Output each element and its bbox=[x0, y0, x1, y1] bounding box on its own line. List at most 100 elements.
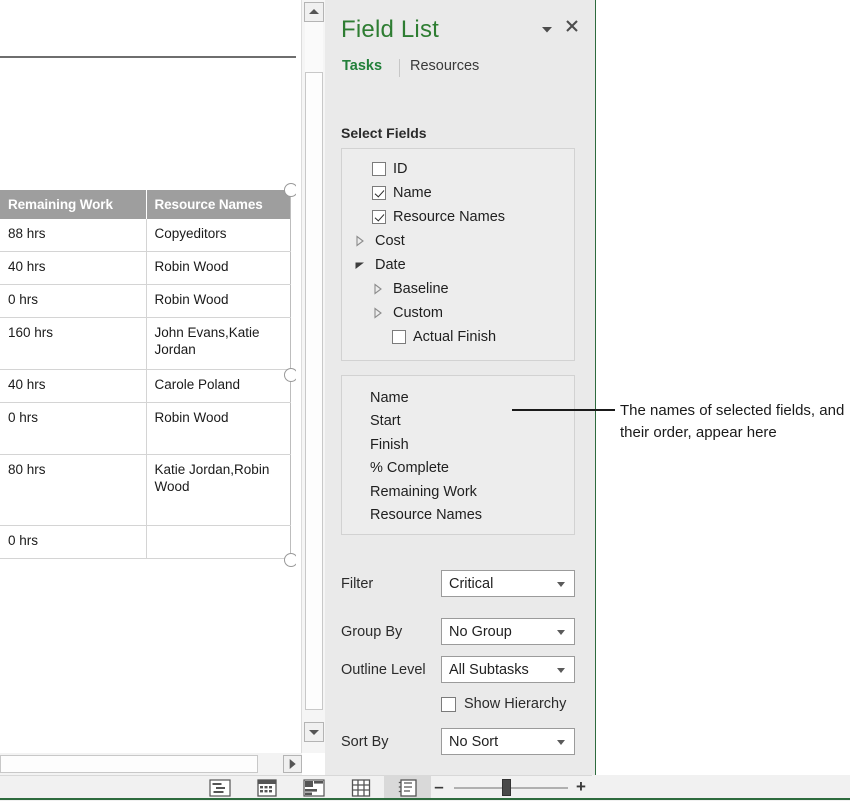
hscroll-right-button[interactable] bbox=[283, 755, 302, 773]
cell-resource-names[interactable]: Katie Jordan,Robin Wood bbox=[146, 454, 291, 526]
app-window: Remaining Work Resource Names 88 hrs Cop… bbox=[0, 0, 850, 801]
triangle-collapsed-icon[interactable] bbox=[352, 233, 368, 249]
resource-sheet-view-icon[interactable] bbox=[337, 775, 384, 800]
vertical-scrollbar[interactable] bbox=[301, 0, 327, 753]
group-by-label: Group By bbox=[341, 624, 403, 640]
zoom-slider-thumb[interactable] bbox=[502, 779, 511, 796]
cell-resource-names[interactable]: Robin Wood bbox=[146, 251, 291, 285]
scroll-track-upper[interactable] bbox=[305, 22, 323, 72]
table-row[interactable]: 40 hrs Robin Wood bbox=[0, 251, 291, 285]
table-row[interactable]: 0 hrs bbox=[0, 525, 291, 559]
chevron-down-icon[interactable] bbox=[539, 21, 555, 37]
selection-handle-bottom[interactable] bbox=[284, 553, 296, 567]
horizontal-scrollbar[interactable] bbox=[0, 753, 302, 775]
field-tree-group-label: Baseline bbox=[393, 281, 449, 297]
field-tree-listbox[interactable]: ID Name Resource Names Cost Date Baselin… bbox=[341, 148, 575, 361]
cell-resource-names[interactable]: Robin Wood bbox=[146, 402, 291, 455]
field-tree-item-actual-finish[interactable]: Actual Finish bbox=[342, 325, 574, 349]
selection-handle-middle[interactable] bbox=[284, 368, 296, 382]
checkbox-unchecked-icon[interactable] bbox=[392, 330, 406, 344]
team-planner-view-icon[interactable] bbox=[290, 775, 337, 800]
chevron-down-icon bbox=[557, 740, 565, 745]
cell-resource-names[interactable]: John Evans,Katie Jordan bbox=[146, 317, 291, 370]
cell-remaining-work[interactable]: 40 hrs bbox=[0, 251, 147, 285]
group-by-dropdown[interactable]: No Group bbox=[441, 618, 575, 645]
sort-by-dropdown[interactable]: No Sort bbox=[441, 728, 575, 755]
cell-remaining-work[interactable]: 80 hrs bbox=[0, 454, 147, 526]
zoom-slider-track[interactable] bbox=[454, 787, 568, 789]
column-header-resource-names[interactable]: Resource Names bbox=[146, 190, 291, 219]
status-bar-right-filler bbox=[592, 775, 850, 800]
selected-field-item[interactable]: Name bbox=[342, 386, 574, 410]
field-tree-group-label: Cost bbox=[375, 233, 405, 249]
cell-remaining-work[interactable]: 40 hrs bbox=[0, 369, 147, 403]
outline-level-dropdown[interactable]: All Subtasks bbox=[441, 656, 575, 683]
checkbox-unchecked-icon[interactable] bbox=[372, 162, 386, 176]
field-tree-group-cost[interactable]: Cost bbox=[342, 229, 574, 253]
table-row[interactable]: 0 hrs Robin Wood bbox=[0, 402, 291, 455]
selected-field-item[interactable]: Remaining Work bbox=[342, 480, 574, 504]
selected-field-item[interactable]: Resource Names bbox=[342, 504, 574, 528]
tab-tasks[interactable]: Tasks bbox=[342, 58, 382, 74]
selected-field-item[interactable]: Start bbox=[342, 410, 574, 434]
field-tree-item-id[interactable]: ID bbox=[342, 157, 574, 181]
task-usage-view-icon[interactable] bbox=[243, 775, 290, 800]
cell-remaining-work[interactable]: 160 hrs bbox=[0, 317, 147, 370]
scroll-up-button[interactable] bbox=[304, 2, 324, 22]
hscroll-thumb[interactable] bbox=[0, 755, 258, 773]
field-tree-group-custom[interactable]: Custom bbox=[342, 301, 574, 325]
table-row[interactable]: 0 hrs Robin Wood bbox=[0, 284, 291, 318]
close-icon[interactable] bbox=[563, 18, 581, 36]
table-row[interactable]: 80 hrs Katie Jordan,Robin Wood bbox=[0, 454, 291, 526]
checkbox-checked-icon[interactable] bbox=[372, 186, 386, 200]
cell-remaining-work[interactable]: 88 hrs bbox=[0, 219, 147, 252]
cell-remaining-work[interactable]: 0 hrs bbox=[0, 402, 147, 455]
triangle-collapsed-icon[interactable] bbox=[370, 305, 386, 321]
field-tree-item-name[interactable]: Name bbox=[342, 181, 574, 205]
triangle-expanded-icon[interactable] bbox=[352, 257, 368, 273]
cell-resource-names[interactable] bbox=[146, 525, 291, 559]
report-view-icon[interactable] bbox=[384, 775, 431, 800]
outline-level-label: Outline Level bbox=[341, 662, 426, 678]
table-row[interactable]: 160 hrs John Evans,Katie Jordan bbox=[0, 317, 291, 370]
field-tree-item-resource-names[interactable]: Resource Names bbox=[342, 205, 574, 229]
triangle-down-icon bbox=[309, 730, 319, 735]
sheet-divider bbox=[0, 56, 296, 58]
zoom-out-button[interactable]: – bbox=[432, 778, 446, 795]
field-tree-group-baseline[interactable]: Baseline bbox=[342, 277, 574, 301]
cell-remaining-work[interactable]: 0 hrs bbox=[0, 525, 147, 559]
selected-field-item[interactable]: Finish bbox=[342, 433, 574, 457]
scroll-down-button[interactable] bbox=[304, 722, 324, 742]
selection-handle-top[interactable] bbox=[284, 183, 296, 197]
filter-dropdown-value: Critical bbox=[449, 575, 494, 592]
checkbox-unchecked-icon[interactable] bbox=[441, 696, 456, 712]
selected-field-item[interactable]: % Complete bbox=[342, 457, 574, 481]
pane-header: Field List bbox=[325, 0, 595, 52]
triangle-collapsed-icon[interactable] bbox=[370, 281, 386, 297]
scroll-thumb[interactable] bbox=[305, 72, 323, 710]
tab-resources[interactable]: Resources bbox=[410, 58, 479, 74]
chevron-down-icon bbox=[557, 582, 565, 587]
table-row[interactable]: 88 hrs Copyeditors bbox=[0, 219, 291, 252]
checkbox-checked-icon[interactable] bbox=[372, 210, 386, 224]
field-tree-group-date[interactable]: Date bbox=[342, 253, 574, 277]
field-tree-item-label: Actual Finish bbox=[413, 329, 497, 345]
tab-divider bbox=[399, 59, 400, 77]
column-header-remaining-work[interactable]: Remaining Work bbox=[0, 190, 147, 219]
show-hierarchy-row[interactable]: Show Hierarchy bbox=[441, 696, 566, 712]
sort-by-label: Sort By bbox=[341, 734, 389, 750]
selected-fields-listbox[interactable]: Name Start Finish % Complete Remaining W… bbox=[341, 375, 575, 535]
cell-remaining-work[interactable]: 0 hrs bbox=[0, 284, 147, 318]
table-row[interactable]: 40 hrs Carole Poland bbox=[0, 369, 291, 403]
zoom-slider-control[interactable]: – + bbox=[428, 775, 592, 800]
select-fields-label: Select Fields bbox=[341, 125, 427, 141]
cell-resource-names[interactable]: Carole Poland bbox=[146, 369, 291, 403]
filter-dropdown[interactable]: Critical bbox=[441, 570, 575, 597]
cell-resource-names[interactable]: Robin Wood bbox=[146, 284, 291, 318]
cell-resource-names[interactable]: Copyeditors bbox=[146, 219, 291, 252]
field-tree-group-label: Custom bbox=[393, 305, 443, 321]
gantt-chart-view-icon[interactable] bbox=[196, 775, 243, 800]
group-by-dropdown-value: No Group bbox=[449, 623, 512, 640]
chevron-down-icon bbox=[557, 668, 565, 673]
zoom-in-button[interactable]: + bbox=[574, 778, 588, 795]
